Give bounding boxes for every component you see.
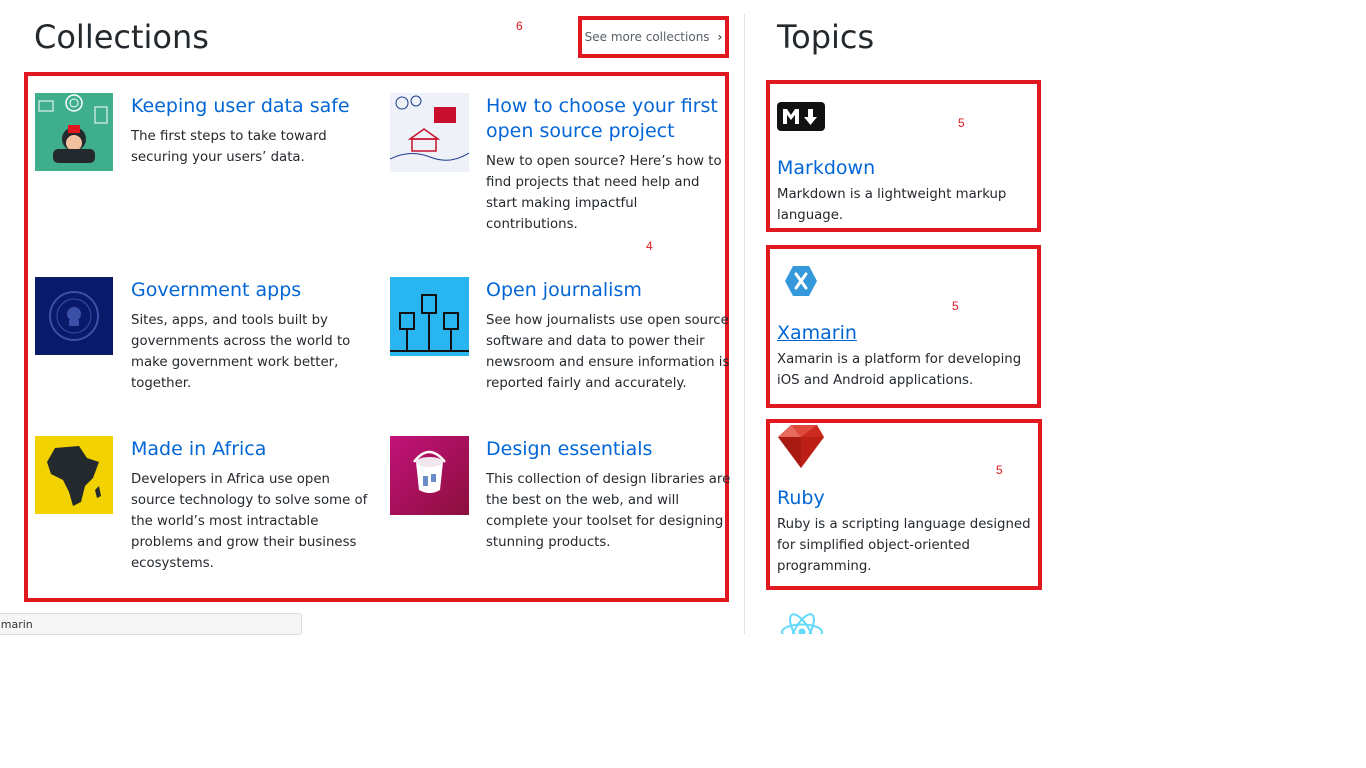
desc-line: ecosystems. — [131, 556, 214, 571]
status-bar-text: amarin — [0, 618, 33, 631]
collection-desc-open-journalism: See how journalists use open source soft… — [486, 310, 729, 394]
desc-line: problems and grow their business — [131, 535, 357, 550]
desc-line: stunning products. — [486, 535, 611, 550]
desc-line: software and data to power their — [486, 334, 705, 349]
desc-line: the best on the web, and will — [486, 493, 680, 508]
desc-line: make government work better, — [131, 355, 339, 370]
desc-line: source technology to solve some of — [131, 493, 368, 508]
desc-line: together. — [131, 376, 192, 391]
column-divider — [744, 14, 745, 634]
desc-line: Xamarin is a platform for developing — [777, 352, 1022, 367]
title-line: open source project — [486, 120, 675, 142]
topic-desc-ruby: Ruby is a scripting language designed fo… — [777, 514, 1031, 577]
desc-line: contributions. — [486, 217, 578, 232]
collection-desc-choose-first-project: New to open source? Here’s how to find p… — [486, 151, 722, 235]
desc-line: for simplified object-oriented — [777, 538, 970, 553]
desc-line: programming. — [777, 559, 872, 574]
desc-line: Developers in Africa use open — [131, 472, 330, 487]
annotation-topic-ruby: 5 — [996, 463, 1003, 477]
topic-title-xamarin[interactable]: Xamarin — [777, 322, 857, 344]
annotation-collections-grid: 4 — [646, 239, 653, 253]
react-logo-icon — [778, 612, 826, 634]
collection-title-made-in-africa[interactable]: Made in Africa — [131, 437, 266, 462]
see-more-label: See more collections — [584, 30, 710, 44]
collection-title-government-apps[interactable]: Government apps — [131, 278, 301, 303]
security-octocat-image[interactable] — [35, 93, 113, 171]
africa-map-image[interactable] — [35, 436, 113, 514]
desc-line: newsroom and ensure information is — [486, 355, 730, 370]
desc-line: language. — [777, 208, 844, 223]
desc-line: complete your toolset for designing — [486, 514, 724, 529]
see-more-collections-button[interactable]: See more collections › — [578, 16, 729, 58]
collection-desc-keeping-user-data-safe: The first steps to take toward securing … — [131, 126, 327, 168]
xamarin-logo-icon — [784, 265, 818, 301]
collection-title-keeping-user-data-safe[interactable]: Keeping user data safe — [131, 94, 350, 119]
collection-title-choose-first-project[interactable]: How to choose your first open source pro… — [486, 94, 718, 144]
collection-title-design-essentials[interactable]: Design essentials — [486, 437, 652, 462]
desc-line: Markdown is a lightweight markup — [777, 187, 1007, 202]
desc-line: start making impactful — [486, 196, 638, 211]
desc-line: This collection of design libraries are — [486, 472, 731, 487]
topic-desc-xamarin: Xamarin is a platform for developing iOS… — [777, 349, 1021, 391]
chevron-right-icon: › — [717, 30, 723, 44]
collections-heading: Collections — [34, 18, 209, 56]
collection-desc-government-apps: Sites, apps, and tools built by governme… — [131, 310, 350, 394]
status-bar-tab: amarin — [0, 613, 302, 635]
topic-title-ruby[interactable]: Ruby — [777, 487, 825, 509]
government-seal-image[interactable] — [35, 277, 113, 355]
house-map-image[interactable] — [390, 93, 469, 172]
desc-line: securing your users’ data. — [131, 150, 305, 165]
markdown-logo-icon — [777, 102, 825, 135]
ruby-gem-icon — [777, 423, 825, 473]
topic-desc-markdown: Markdown is a lightweight markup languag… — [777, 184, 1006, 226]
topic-title-markdown[interactable]: Markdown — [777, 157, 875, 179]
desc-line: governments across the world to — [131, 334, 351, 349]
desc-line: New to open source? Here’s how to — [486, 154, 722, 169]
desc-line: Ruby is a scripting language designed — [777, 517, 1031, 532]
desc-line: See how journalists use open source — [486, 313, 729, 328]
paint-bucket-image[interactable] — [390, 436, 469, 515]
annotation-topic-markdown: 5 — [958, 116, 965, 130]
collection-desc-design-essentials: This collection of design libraries are … — [486, 469, 730, 553]
annotation-see-more: 6 — [516, 19, 523, 33]
desc-line: The first steps to take toward — [131, 129, 327, 144]
desc-line: the world’s most intractable — [131, 514, 319, 529]
collection-title-open-journalism[interactable]: Open journalism — [486, 278, 642, 303]
desc-line: find projects that need help and — [486, 175, 700, 190]
desc-line: Sites, apps, and tools built by — [131, 313, 328, 328]
desc-line: iOS and Android applications. — [777, 373, 974, 388]
title-line: How to choose your first — [486, 95, 718, 117]
annotation-topic-xamarin: 5 — [952, 299, 959, 313]
topics-heading: Topics — [777, 18, 875, 56]
desc-line: reported fairly and accurately. — [486, 376, 687, 391]
raised-fists-image[interactable] — [390, 277, 469, 356]
collection-desc-made-in-africa: Developers in Africa use open source tec… — [131, 469, 367, 574]
